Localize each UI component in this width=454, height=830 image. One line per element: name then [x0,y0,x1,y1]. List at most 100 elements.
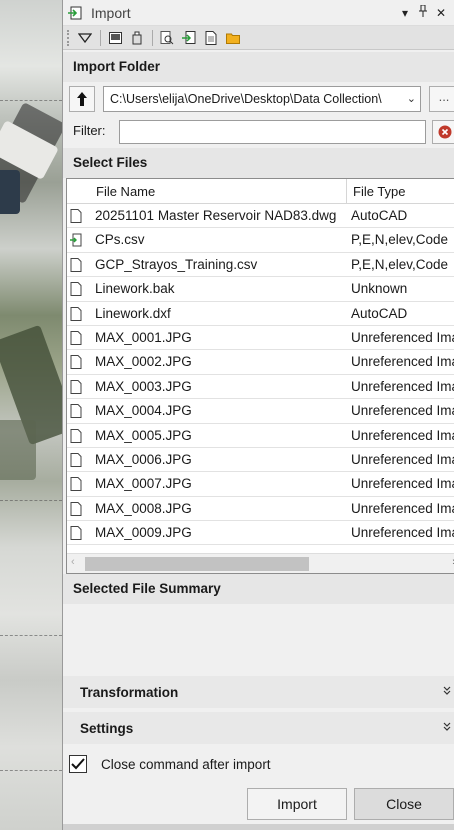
close-icon[interactable]: ✕ [432,6,450,20]
folder-icon[interactable] [224,29,242,47]
file-row[interactable]: GCP_Strayos_Training.csv P,E,N,elev,Code [67,253,454,278]
close-button[interactable]: Close [354,788,454,820]
document-icon [70,428,82,443]
file-name: Linework.bak [95,281,175,297]
panel-title: Import [91,4,131,21]
file-name: CPs.csv [95,232,145,248]
scrollbar-thumb[interactable] [85,557,309,571]
file-row[interactable]: MAX_0006.JPG Unreferenced Ima [67,448,454,473]
filter-row: Filter: [63,118,454,146]
file-name: 20251101 Master Reservoir NAD83.dwg [95,208,337,223]
file-list-header: File Name File Type [67,179,454,204]
scroll-left-icon[interactable]: ‹ [71,556,75,568]
document-icon [70,452,82,467]
file-row[interactable]: Linework.bak Unknown [67,277,454,302]
search-document-icon[interactable] [158,29,176,47]
file-row[interactable]: MAX_0004.JPG Unreferenced Ima [67,399,454,424]
document-icon[interactable] [202,29,220,47]
file-name: MAX_0004.JPG [95,403,192,419]
import-file-icon[interactable] [180,29,198,47]
file-type: Unreferenced Ima [351,451,454,467]
document-icon [70,306,82,321]
file-type: Unreferenced Ima [351,378,454,394]
file-name: MAX_0001.JPG [95,329,192,345]
file-name: MAX_0006.JPG [95,451,192,467]
settings-section[interactable]: Settings [63,712,454,744]
close-after-import-row: Close command after import [63,752,454,776]
view-icon[interactable] [106,29,124,47]
folder-path-value: C:\Users\elija\OneDrive\Desktop\Data Col… [110,92,382,106]
panel-titlebar: Import ▾ ✕ [63,0,454,26]
document-icon [70,355,82,370]
document-icon [70,501,82,516]
close-after-import-label: Close command after import [101,756,271,772]
close-after-import-checkbox[interactable] [69,755,87,773]
clear-icon [438,125,452,139]
document-icon [70,404,82,419]
summary-content [63,606,454,676]
usb-drive-icon[interactable] [128,29,146,47]
file-row[interactable]: MAX_0009.JPG Unreferenced Ima [67,521,454,546]
file-name: Linework.dxf [95,305,171,321]
file-type: Unreferenced Ima [351,525,454,541]
file-name: MAX_0002.JPG [95,354,192,370]
import-folder-heading: Import Folder [63,52,454,82]
file-row[interactable]: MAX_0003.JPG Unreferenced Ima [67,375,454,400]
checkmark-icon [71,758,85,770]
transformation-label: Transformation [80,684,179,700]
file-type: Unreferenced Ima [351,500,454,516]
file-row[interactable]: MAX_0008.JPG Unreferenced Ima [67,497,454,522]
file-type: Unreferenced Ima [351,329,454,345]
file-row[interactable]: CPs.csv P,E,N,elev,Code [67,228,454,253]
panel-bottom-edge [63,824,454,830]
file-type: AutoCAD [351,208,408,223]
document-icon [70,330,82,345]
settings-label: Settings [80,720,134,736]
file-type: Unreferenced Ima [351,427,454,443]
toolbar-separator [152,29,153,46]
file-list[interactable]: File Name File Type 20251101 Master Rese… [66,178,454,574]
up-folder-button[interactable] [69,86,95,112]
file-row[interactable]: MAX_0001.JPG Unreferenced Ima [67,326,454,351]
caret-down-icon[interactable]: ▾ [396,6,414,20]
clear-filter-button[interactable] [432,120,454,144]
map-background [0,0,62,830]
summary-heading: Selected File Summary [63,574,454,604]
file-name: MAX_0009.JPG [95,525,192,541]
file-row[interactable]: MAX_0007.JPG Unreferenced Ima [67,472,454,497]
column-header-file-name[interactable]: File Name [67,179,347,204]
document-icon [70,526,82,541]
file-row[interactable]: Linework.dxf AutoCAD [67,302,454,326]
document-icon [70,477,82,492]
import-panel: Import ▾ ✕ Import Folder C:\Users\elija\… [62,0,454,830]
document-icon [70,282,82,297]
file-type: P,E,N,elev,Code [351,232,449,248]
filter-label: Filter: [73,123,106,138]
file-type: Unreferenced Ima [351,476,454,492]
column-header-file-type[interactable]: File Type [348,179,454,204]
import-folder-row: C:\Users\elija\OneDrive\Desktop\Data Col… [63,84,454,114]
file-type: P,E,N,elev,Code [351,256,449,272]
arrow-up-icon [77,92,87,106]
file-row[interactable]: 20251101 Master Reservoir NAD83.dwg AutoC… [67,204,454,229]
document-icon [70,257,82,272]
file-rows: 20251101 Master Reservoir NAD83.dwg AutoC… [67,204,454,546]
folder-path-select[interactable]: C:\Users\elija\OneDrive\Desktop\Data Col… [103,86,421,112]
document-icon [70,209,82,223]
file-row[interactable]: MAX_0005.JPG Unreferenced Ima [67,424,454,448]
file-name: MAX_0005.JPG [95,427,192,443]
dropdown-triangle-icon[interactable] [76,29,94,47]
import-icon [67,5,83,21]
file-type: Unreferenced Ima [351,403,454,419]
horizontal-scrollbar[interactable]: ‹ › [67,553,454,573]
browse-button[interactable]: ... [429,86,454,112]
file-type: AutoCAD [351,305,408,321]
document-icon [70,379,82,394]
import-button[interactable]: Import [247,788,347,820]
point-file-icon [70,233,82,247]
file-name: MAX_0008.JPG [95,500,192,516]
file-row[interactable]: MAX_0002.JPG Unreferenced Ima [67,350,454,375]
filter-input[interactable] [119,120,426,144]
transformation-section[interactable]: Transformation [63,676,454,708]
pin-icon[interactable] [414,4,432,20]
